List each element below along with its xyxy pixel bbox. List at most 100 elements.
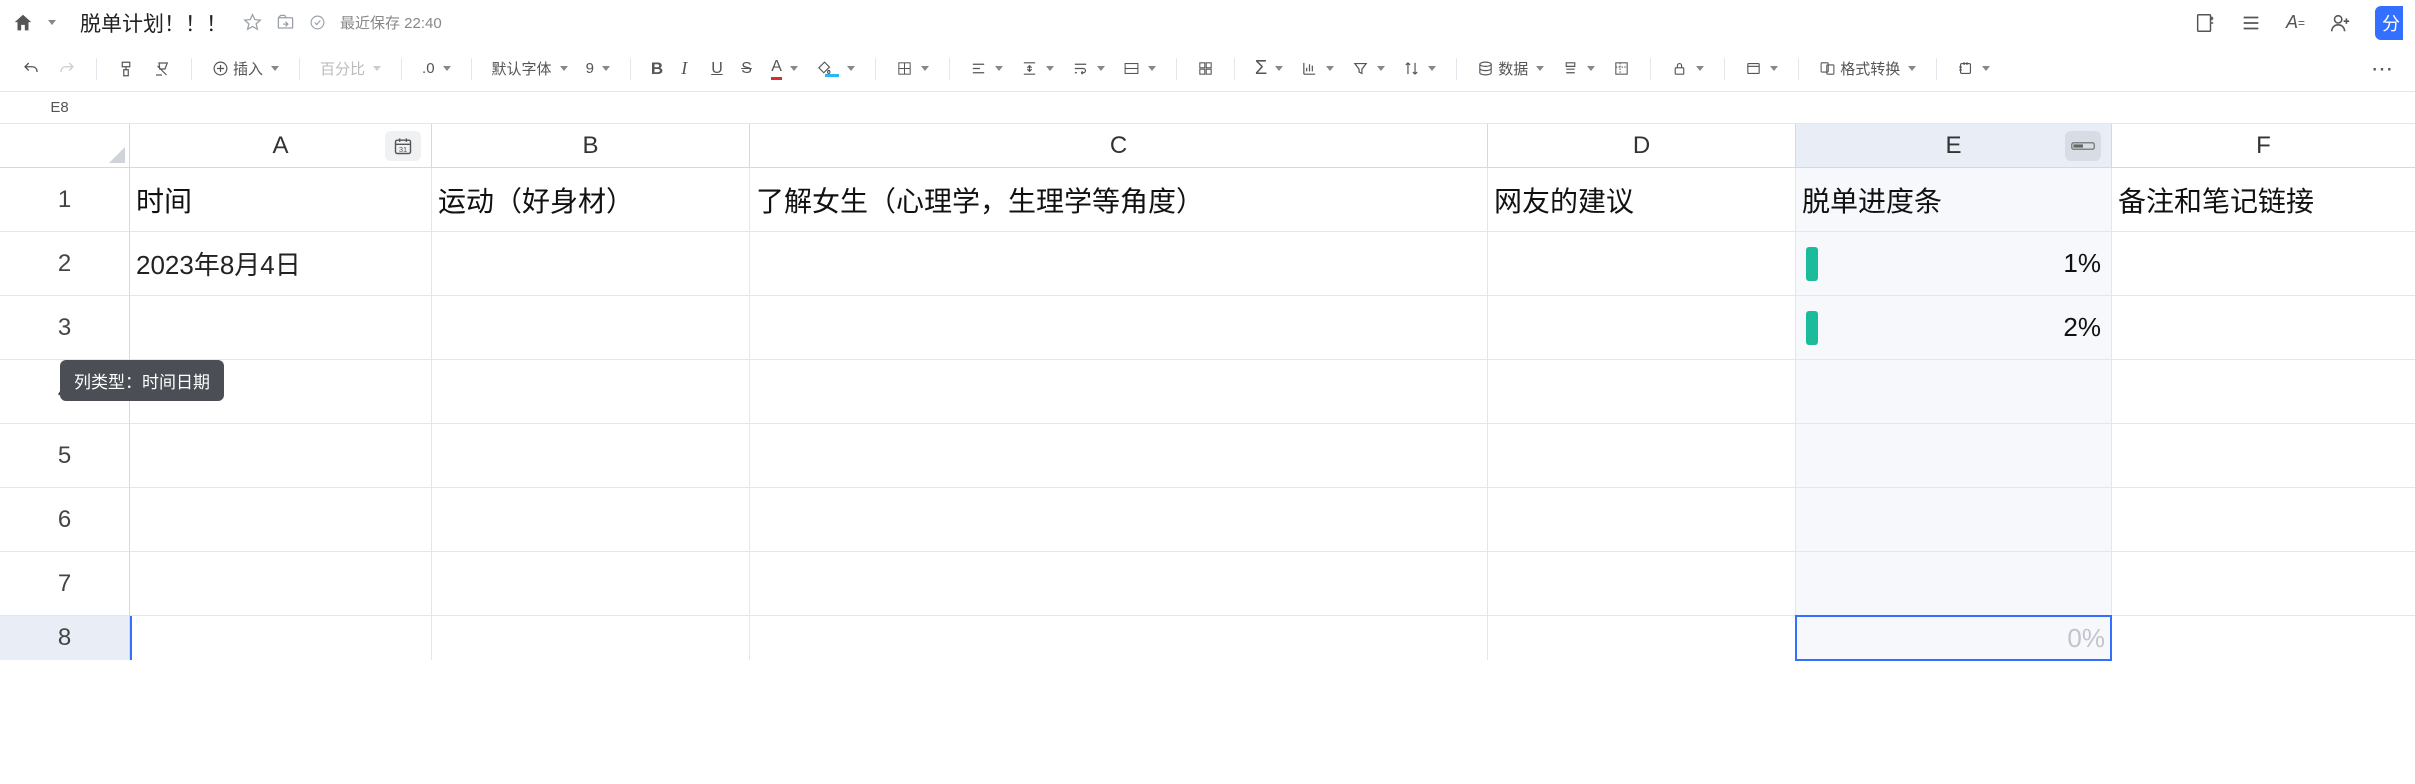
conditional-format-button[interactable] xyxy=(1193,55,1218,83)
borders-button[interactable] xyxy=(892,55,933,83)
row-header-7[interactable]: 7 xyxy=(0,552,130,616)
column-header-B[interactable]: B xyxy=(432,124,750,167)
row-header-3[interactable]: 3 xyxy=(0,296,130,360)
cell-F2[interactable] xyxy=(2112,232,2415,296)
cell-D7[interactable] xyxy=(1488,552,1796,616)
cell-B7[interactable] xyxy=(432,552,750,616)
underline-button[interactable]: U xyxy=(707,55,727,83)
cell-B6[interactable] xyxy=(432,488,750,552)
row-header-1[interactable]: 1 xyxy=(0,168,130,232)
cell-E1[interactable]: 脱单进度条 xyxy=(1796,168,2112,232)
validate-button[interactable] xyxy=(1558,55,1599,83)
share-button[interactable]: 分 xyxy=(2375,6,2403,40)
cell-D2[interactable] xyxy=(1488,232,1796,296)
home-icon[interactable] xyxy=(12,12,34,34)
cell-F7[interactable] xyxy=(2112,552,2415,616)
cell-C4[interactable] xyxy=(750,360,1488,424)
insert-button[interactable]: 插入 xyxy=(208,55,283,83)
add-collaborator-icon[interactable] xyxy=(2329,12,2351,34)
calendar-icon[interactable]: 31 xyxy=(385,131,421,161)
cell-D8[interactable] xyxy=(1488,616,1796,660)
plugin-button[interactable] xyxy=(1953,55,1994,83)
data-button[interactable]: 数据 xyxy=(1473,55,1548,83)
column-header-C[interactable]: C xyxy=(750,124,1488,167)
cell-E5[interactable] xyxy=(1796,424,2112,488)
cell-C2[interactable] xyxy=(750,232,1488,296)
text-color-button[interactable]: A xyxy=(767,55,802,83)
bold-button[interactable]: B xyxy=(647,55,667,83)
cell-B8[interactable] xyxy=(432,616,750,660)
cell-A5[interactable] xyxy=(130,424,432,488)
column-header-E[interactable]: E xyxy=(1796,124,2112,167)
cell-C5[interactable] xyxy=(750,424,1488,488)
fill-color-button[interactable] xyxy=(812,55,859,83)
cell-E8[interactable]: 0% xyxy=(1796,616,2112,660)
cell-C8[interactable] xyxy=(750,616,1488,660)
doc-title[interactable]: 脱单计划！！！ xyxy=(66,8,227,38)
column-header-A[interactable]: A 31 xyxy=(130,124,432,167)
progress-icon[interactable] xyxy=(2065,131,2101,161)
redo-button[interactable] xyxy=(54,55,80,83)
format-convert-button[interactable]: 格式转换 xyxy=(1815,55,1920,83)
cell-B1[interactable]: 运动（好身材） xyxy=(432,168,750,232)
cell-F4[interactable] xyxy=(2112,360,2415,424)
cell-E3[interactable]: 2% xyxy=(1796,296,2112,360)
cell-B3[interactable] xyxy=(432,296,750,360)
cell-A6[interactable] xyxy=(130,488,432,552)
font-size-select[interactable]: 9 xyxy=(582,55,614,83)
cell-reference-box[interactable]: E8 xyxy=(0,92,120,123)
formula-button[interactable]: Σ xyxy=(1251,55,1287,83)
merge-button[interactable] xyxy=(1119,55,1160,83)
cell-F5[interactable] xyxy=(2112,424,2415,488)
row-header-5[interactable]: 5 xyxy=(0,424,130,488)
cell-C3[interactable] xyxy=(750,296,1488,360)
cell-B5[interactable] xyxy=(432,424,750,488)
cell-A3[interactable] xyxy=(130,296,432,360)
chart-button[interactable] xyxy=(1297,55,1338,83)
strike-button[interactable]: S xyxy=(737,55,757,83)
cell-C7[interactable] xyxy=(750,552,1488,616)
cell-D4[interactable] xyxy=(1488,360,1796,424)
sort-button[interactable] xyxy=(1399,55,1440,83)
text-style-icon[interactable]: A= xyxy=(2286,12,2305,33)
freeze-button[interactable] xyxy=(1609,55,1634,83)
view-button[interactable] xyxy=(1741,55,1782,83)
add-note-icon[interactable] xyxy=(2194,12,2216,34)
cell-A1[interactable]: 时间 xyxy=(130,168,432,232)
zoom-select[interactable]: 百分比 xyxy=(316,55,385,83)
undo-button[interactable] xyxy=(18,55,44,83)
column-header-F[interactable]: F xyxy=(2112,124,2415,167)
cell-C1[interactable]: 了解女生（心理学，生理学等角度） xyxy=(750,168,1488,232)
row-header-8[interactable]: 8 xyxy=(0,616,130,660)
row-header-2[interactable]: 2 xyxy=(0,232,130,296)
cell-C6[interactable] xyxy=(750,488,1488,552)
select-all-corner[interactable] xyxy=(0,124,130,167)
row-header-6[interactable]: 6 xyxy=(0,488,130,552)
cell-D5[interactable] xyxy=(1488,424,1796,488)
cell-E4[interactable] xyxy=(1796,360,2112,424)
cell-A2[interactable]: 2023年8月4日 xyxy=(130,232,432,296)
italic-button[interactable]: I xyxy=(677,55,697,83)
cell-F1[interactable]: 备注和笔记链接 xyxy=(2112,168,2415,232)
move-folder-icon[interactable] xyxy=(276,13,295,32)
align-h-button[interactable] xyxy=(966,55,1007,83)
star-icon[interactable] xyxy=(243,13,262,32)
filter-button[interactable] xyxy=(1348,55,1389,83)
cell-E6[interactable] xyxy=(1796,488,2112,552)
cell-F8[interactable] xyxy=(2112,616,2415,660)
cell-F3[interactable] xyxy=(2112,296,2415,360)
cell-A7[interactable] xyxy=(130,552,432,616)
more-button[interactable]: ⋯ xyxy=(2367,55,2397,83)
cell-B2[interactable] xyxy=(432,232,750,296)
wrap-button[interactable] xyxy=(1068,55,1109,83)
cell-E7[interactable] xyxy=(1796,552,2112,616)
menu-icon[interactable] xyxy=(2240,12,2262,34)
cell-D1[interactable]: 网友的建议 xyxy=(1488,168,1796,232)
cell-D6[interactable] xyxy=(1488,488,1796,552)
column-header-D[interactable]: D xyxy=(1488,124,1796,167)
cell-D3[interactable] xyxy=(1488,296,1796,360)
cell-A8[interactable] xyxy=(130,616,432,660)
home-dropdown-caret[interactable] xyxy=(48,20,56,25)
lock-button[interactable] xyxy=(1667,55,1708,83)
cell-E2[interactable]: 1% xyxy=(1796,232,2112,296)
